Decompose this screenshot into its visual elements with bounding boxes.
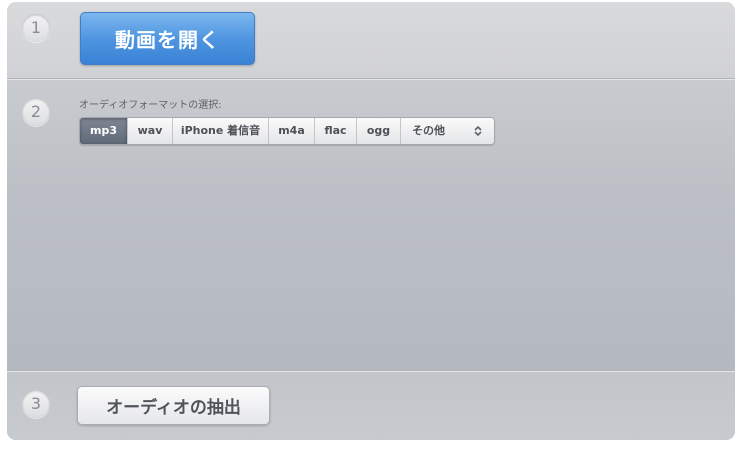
- up-down-chevron-icon: [474, 125, 482, 137]
- format-option-iphone-ringtone[interactable]: iPhone 着信音: [172, 118, 268, 144]
- format-option-flac[interactable]: flac: [314, 118, 356, 144]
- format-option-m4a[interactable]: m4a: [268, 118, 314, 144]
- format-segmented-control: mp3 wav iPhone 着信音 m4a flac ogg その他: [79, 117, 495, 145]
- format-other-label: その他: [412, 124, 445, 137]
- step-number-2: 2: [22, 98, 50, 126]
- step-number-3: 3: [22, 390, 50, 418]
- format-option-mp3[interactable]: mp3: [80, 118, 127, 144]
- format-option-ogg[interactable]: ogg: [356, 118, 400, 144]
- step-3-section: 3 オーディオの抽出: [7, 372, 735, 440]
- extract-audio-button[interactable]: オーディオの抽出: [77, 386, 270, 425]
- format-other-select[interactable]: その他: [400, 118, 494, 144]
- format-select-label: オーディオフォーマットの選択:: [79, 100, 222, 111]
- format-option-wav[interactable]: wav: [127, 118, 172, 144]
- open-video-button[interactable]: 動画を開く: [80, 12, 255, 65]
- audio-extractor-panel: 1 動画を開く 2 オーディオフォーマットの選択: mp3 wav iPhone…: [7, 2, 735, 440]
- step-1-section: 1 動画を開く: [7, 2, 735, 79]
- step-2-section: 2 オーディオフォーマットの選択: mp3 wav iPhone 着信音 m4a…: [7, 80, 735, 371]
- step-number-1: 1: [22, 14, 50, 42]
